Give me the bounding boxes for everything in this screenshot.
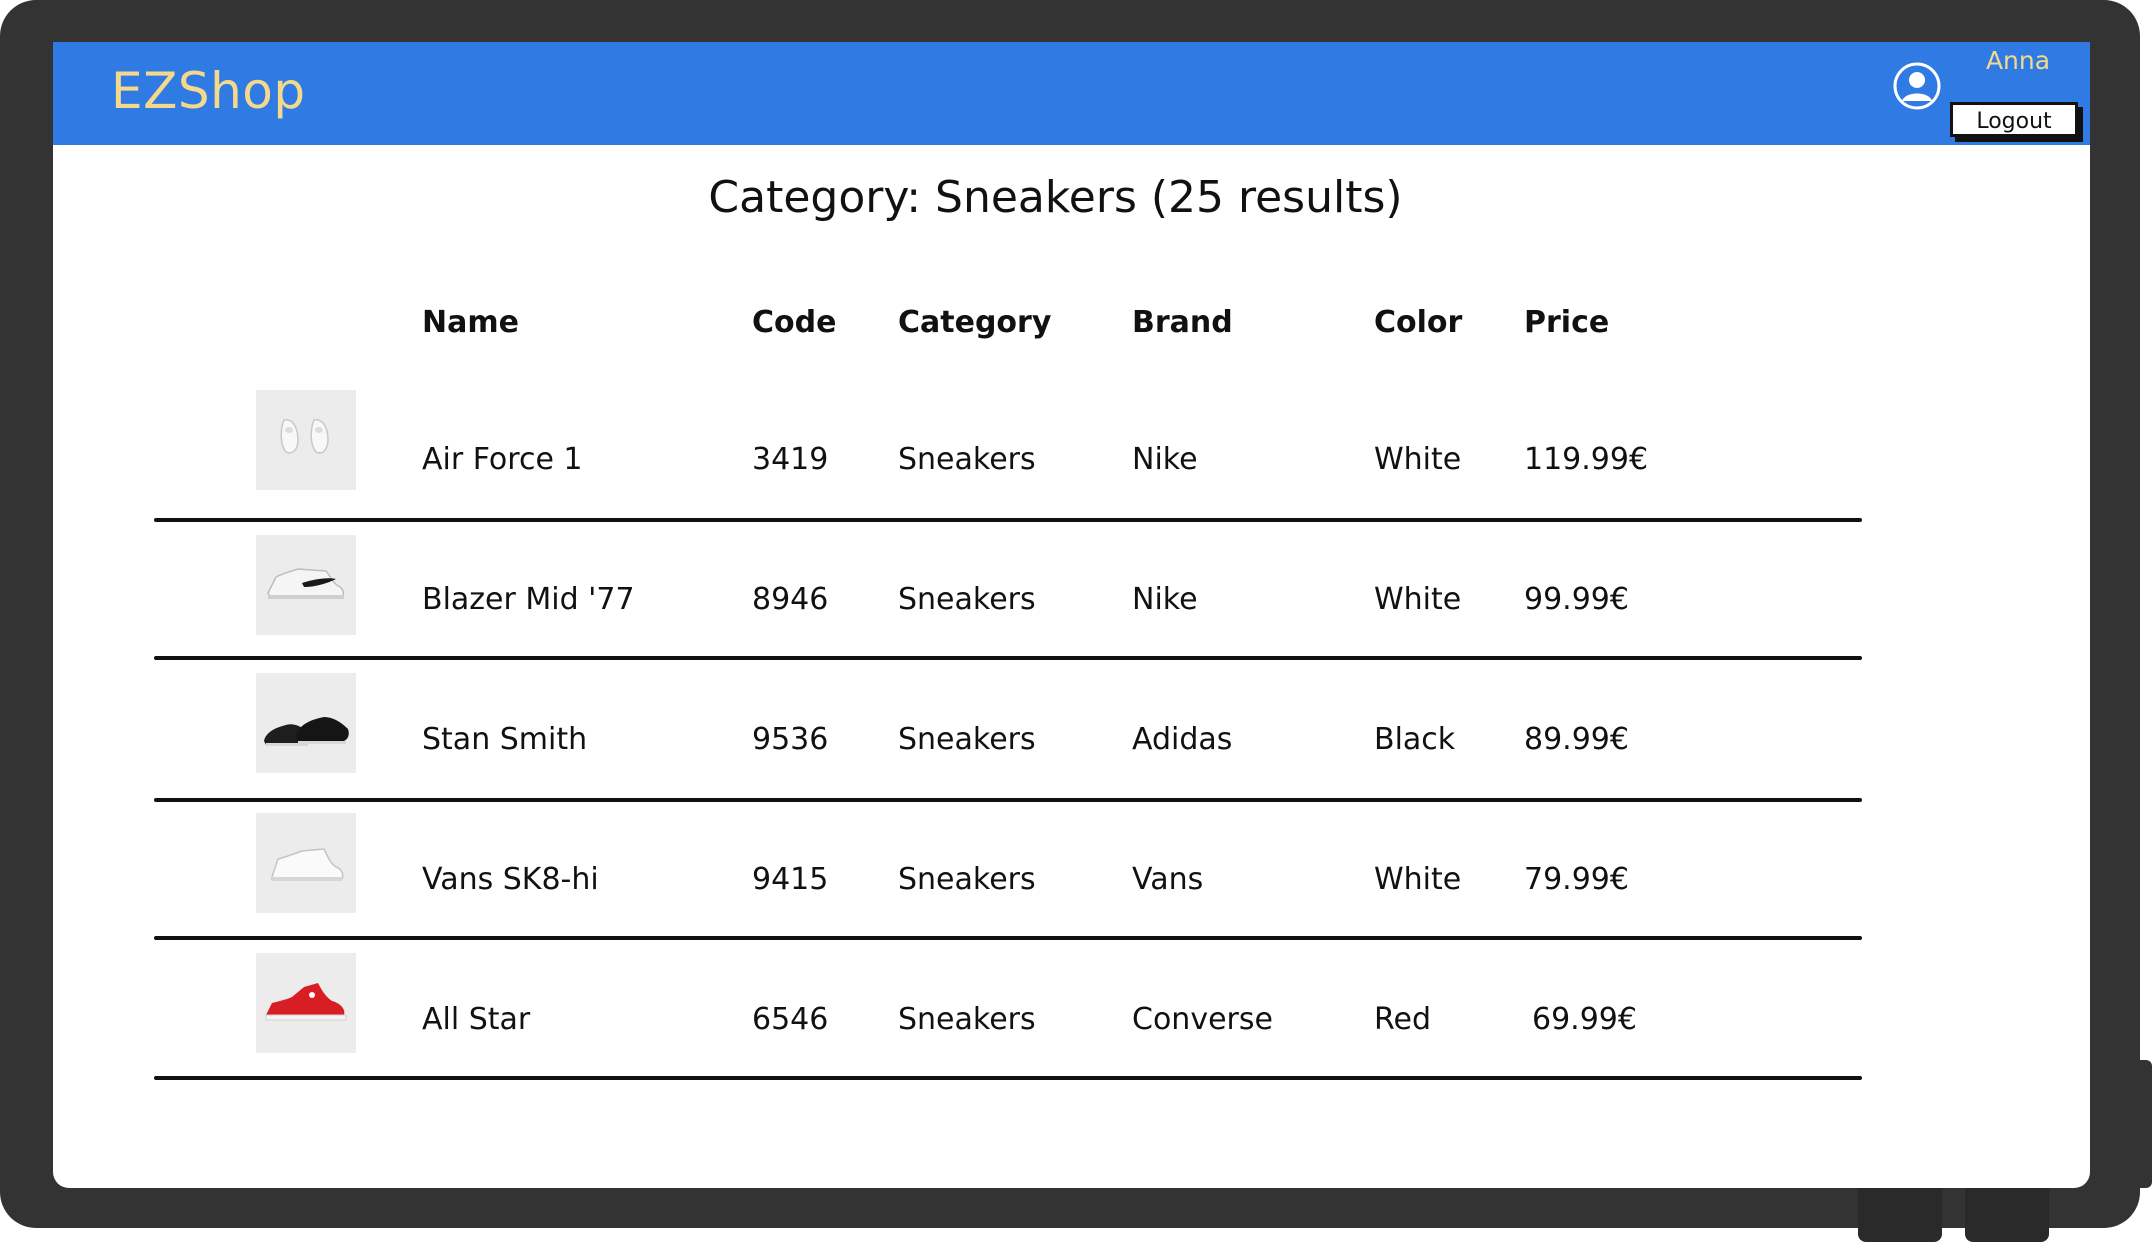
column-header-category: Category xyxy=(898,305,1052,340)
shop-logo[interactable]: EZShop xyxy=(111,62,306,120)
row-divider xyxy=(154,518,1862,522)
product-brand: Vans xyxy=(1132,862,1204,897)
product-category: Sneakers xyxy=(898,442,1036,477)
product-price: 119.99€ xyxy=(1524,442,1649,477)
product-code: 6546 xyxy=(752,1002,829,1037)
product-brand: Converse xyxy=(1132,1002,1273,1037)
product-category: Sneakers xyxy=(898,582,1036,617)
top-bar: EZShop Anna Logout xyxy=(53,42,2090,145)
row-divider xyxy=(154,798,1862,802)
product-brand: Nike xyxy=(1132,582,1198,617)
product-price: 79.99€ xyxy=(1524,862,1629,897)
column-header-name: Name xyxy=(422,305,519,340)
product-image-white-sneakers[interactable] xyxy=(256,390,356,490)
product-image-white-high-top-vans[interactable] xyxy=(256,813,356,913)
product-code: 9415 xyxy=(752,862,829,897)
product-price: 99.99€ xyxy=(1524,582,1629,617)
product-brand: Adidas xyxy=(1132,722,1233,757)
product-color: White xyxy=(1374,862,1462,897)
product-category: Sneakers xyxy=(898,862,1036,897)
user-name: Anna xyxy=(1985,46,2051,75)
product-name: All Star xyxy=(422,1002,531,1037)
product-name: Air Force 1 xyxy=(422,442,583,477)
product-category: Sneakers xyxy=(898,722,1036,757)
product-code: 3419 xyxy=(752,442,829,477)
product-name: Stan Smith xyxy=(422,722,588,757)
row-divider xyxy=(154,1076,1862,1080)
product-code: 8946 xyxy=(752,582,829,617)
column-header-brand: Brand xyxy=(1132,305,1233,340)
product-color: White xyxy=(1374,442,1462,477)
product-brand: Nike xyxy=(1132,442,1198,477)
page-title: Category: Sneakers (25 results) xyxy=(708,172,1403,223)
column-header-price: Price xyxy=(1524,305,1610,340)
product-color: Red xyxy=(1374,1002,1431,1037)
column-header-color: Color xyxy=(1374,305,1463,340)
product-code: 9536 xyxy=(752,722,829,757)
device-side-button xyxy=(2128,1060,2152,1188)
product-image-white-high-top[interactable] xyxy=(256,535,356,635)
product-name: Vans SK8-hi xyxy=(422,862,599,897)
product-category: Sneakers xyxy=(898,1002,1036,1037)
product-name: Blazer Mid '77 xyxy=(422,582,635,617)
product-price: 69.99€ xyxy=(1532,1002,1637,1037)
row-divider xyxy=(154,656,1862,660)
user-avatar-icon[interactable] xyxy=(1892,61,1942,111)
logout-button[interactable]: Logout xyxy=(1950,102,2078,137)
product-color: White xyxy=(1374,582,1462,617)
product-price: 89.99€ xyxy=(1524,722,1629,757)
product-color: Black xyxy=(1374,722,1456,757)
app-screen: EZShop Anna Logout Category: Sneakers (2… xyxy=(53,42,2090,1188)
column-header-code: Code xyxy=(752,305,837,340)
product-image-black-sneakers[interactable] xyxy=(256,673,356,773)
row-divider xyxy=(154,936,1862,940)
product-image-red-high-top[interactable] xyxy=(256,953,356,1053)
